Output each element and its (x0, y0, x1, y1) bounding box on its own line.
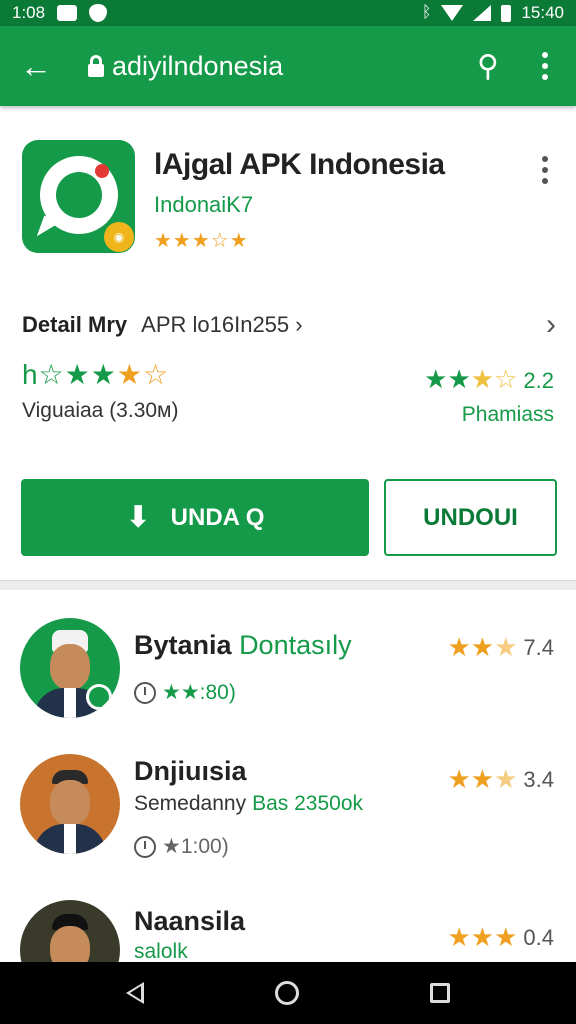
badge-icon: ◉ (104, 222, 134, 252)
list-item-name: Bytania Dontasıly (134, 630, 352, 661)
list-item-meta-2: ★1:00) (134, 834, 229, 859)
list-item-rating: ★★★ 7.4 (447, 632, 554, 663)
stars-green: ☆★★ (38, 359, 117, 390)
url-text[interactable]: adiyilndonesia (112, 51, 283, 82)
meta-text: Semedanny (134, 792, 247, 815)
install-label: UNDA Q (170, 503, 265, 531)
detail-row[interactable]: Detail Mry APR lo16In255 › › (22, 308, 556, 342)
detail-value: APR lo16In255 › (141, 312, 303, 337)
rating-left-sub: Viguaiaa (3.30м) (22, 399, 179, 422)
undo-button[interactable]: UNDOUI (384, 479, 557, 556)
list-item-name: Naansila (134, 906, 245, 937)
rating-num: 3.4 (523, 766, 554, 792)
rating-right-sub: Phamiass (461, 403, 554, 426)
rating-stars: ★★★ (447, 632, 518, 662)
meta-text: salolk (134, 940, 188, 962)
name-extra: Dontasıly (239, 630, 352, 660)
search-icon[interactable]: ⚲ (468, 49, 508, 84)
list-item-rating: ★★★ 3.4 (447, 764, 554, 795)
avatar (20, 754, 120, 854)
list-item-rating: ★★★ 0.4 (447, 922, 554, 953)
stars-gold: ★☆ (470, 364, 518, 394)
bluetooth-icon: ᛒ (421, 4, 432, 21)
app-logo-icon: ◉ (22, 140, 135, 253)
stars-gold: ★☆ (116, 359, 170, 390)
list-item-meta: Semedanny Bas 2350ok (134, 792, 363, 816)
verified-badge-icon (86, 684, 112, 710)
system-nav-bar (0, 962, 576, 1024)
name-text: Bytania (134, 630, 232, 660)
chevron-right-icon[interactable]: › (546, 308, 556, 342)
list-item[interactable]: Bytania Dontasıly ★★:80) ★★★ 7.4 (0, 612, 576, 742)
status-clock: 15:40 (521, 3, 564, 22)
rating-num: 7.4 (523, 634, 554, 660)
rating-prefix: h (22, 359, 39, 390)
app-more-icon[interactable] (530, 156, 560, 184)
wifi-icon (441, 5, 464, 21)
avatar (20, 900, 120, 962)
app-bar: ← adiyilndonesia ⚲ (0, 26, 576, 106)
list-item[interactable]: Naansila salolk ★★★ 0.4 (0, 898, 576, 962)
avatar (20, 618, 120, 718)
meta-text: ★★:80) (162, 681, 236, 704)
app-title: lAjgal APK Indonesia (154, 148, 445, 181)
undo-label: UNDOUI (423, 503, 518, 531)
rating-right-num: 2.2 (523, 368, 554, 393)
app-rating-stars: ★★★☆★ (154, 230, 249, 252)
nav-home-icon[interactable] (274, 981, 299, 1005)
clock-icon (134, 835, 156, 858)
app-header: ◉ lAjgal APK Indonesia IndonaiK7 ★★★☆★ (22, 140, 562, 260)
list-item-name: Dnjiuısia (134, 756, 247, 787)
rating-left: h☆★★★☆ Viguaiaa (3.30м) (22, 358, 179, 423)
detail-label: Detail Mry (22, 312, 128, 337)
battery-icon (501, 4, 512, 22)
rating-left-stars: h☆★★★☆ (22, 358, 179, 391)
name-text: Dnjiuısia (134, 756, 247, 786)
nav-back-icon[interactable] (125, 982, 144, 1004)
meta-text-green: Bas 2350ok (252, 792, 363, 815)
back-arrow-icon[interactable]: ← (16, 46, 56, 86)
clock-icon (134, 681, 156, 704)
rating-right-stars: ★★★☆ (424, 364, 517, 394)
rating-right: ★★★☆ 2.2 Phamiass (424, 364, 554, 427)
status-bar: 1:08 ᛒ 15:40 (0, 0, 576, 26)
rating-stars: ★★★ (447, 764, 518, 794)
name-text: Naansila (134, 906, 246, 936)
section-divider (0, 580, 576, 590)
nav-recents-icon[interactable] (430, 983, 451, 1003)
meta-text-2: ★1:00) (162, 835, 229, 858)
status-time: 1:08 (12, 3, 46, 22)
rating-num: 0.4 (523, 924, 554, 950)
install-button[interactable]: ⬇ UNDA Q (21, 479, 369, 556)
overflow-menu-icon[interactable] (530, 52, 560, 80)
lock-icon (88, 55, 104, 77)
list-item[interactable]: Dnjiuısia Semedanny Bas 2350ok ★1:00) ★★… (0, 750, 576, 880)
app-developer[interactable]: IndonaiK7 (154, 192, 253, 218)
rating-stars: ★★★ (447, 922, 518, 952)
shield-icon (89, 4, 108, 22)
list-item-meta: salolk (134, 940, 188, 962)
gallery-icon (57, 5, 78, 21)
list-item-meta: ★★:80) (134, 680, 236, 705)
signal-icon (473, 5, 492, 21)
stars-green: ★★ (424, 364, 471, 394)
download-icon: ⬇ (125, 501, 151, 534)
